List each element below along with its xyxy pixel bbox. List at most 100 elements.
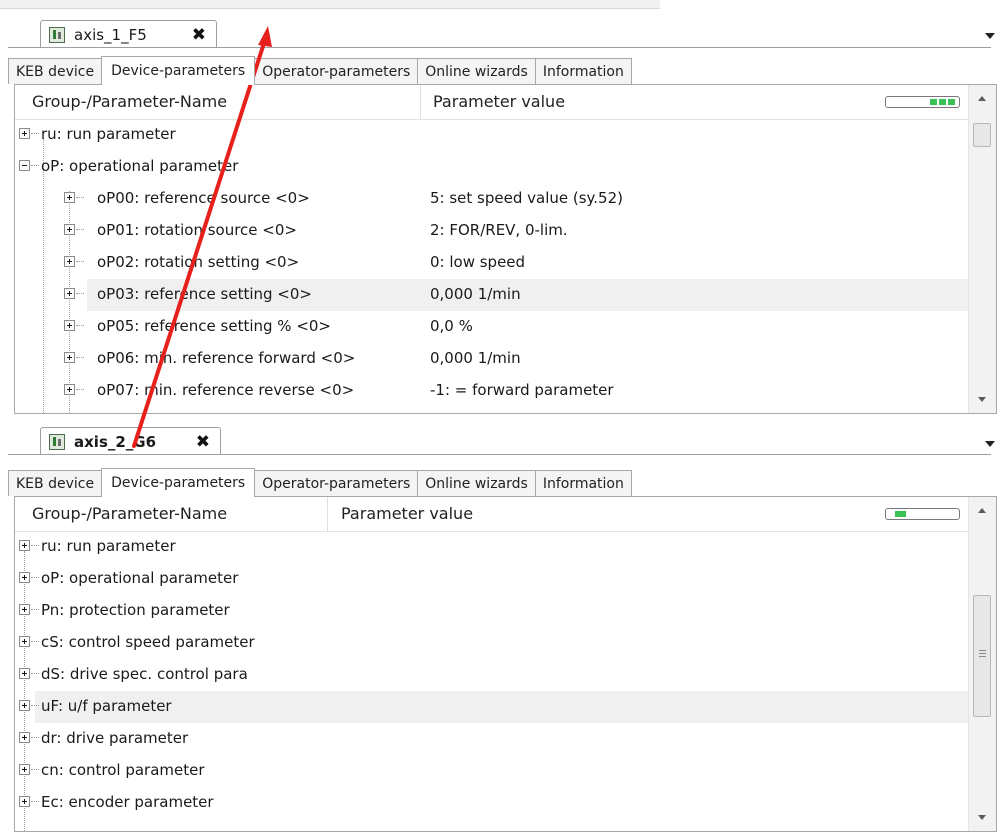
tree-connector	[31, 165, 39, 166]
grid-rows: ru: run parameter oP: operational parame…	[15, 119, 968, 413]
row-value: 0,000 1/min	[430, 349, 521, 367]
tab-operator-parameters[interactable]: Operator-parameters	[254, 58, 419, 84]
expand-icon[interactable]	[19, 540, 30, 551]
tree-row[interactable]: dr: drive parameter	[15, 723, 968, 755]
row-name: uF: u/f parameter	[41, 697, 172, 715]
expand-icon[interactable]	[64, 288, 75, 299]
column-header-value[interactable]: Parameter value	[433, 85, 733, 119]
tab-information[interactable]: Information	[534, 470, 632, 496]
column-header-value[interactable]: Parameter value	[341, 497, 641, 531]
connection-status-indicator	[885, 508, 960, 520]
row-name: oP00: reference source <0>	[97, 189, 310, 207]
expand-icon[interactable]	[19, 128, 30, 139]
tab-information[interactable]: Information	[534, 58, 632, 84]
parameter-grid: Group-/Parameter-Name Parameter value ru…	[14, 496, 997, 832]
tree-row[interactable]: oP02: rotation setting <0> 0: low speed	[15, 247, 968, 279]
expand-icon[interactable]	[64, 256, 75, 267]
collapse-icon[interactable]	[19, 160, 30, 171]
tree-connector	[76, 357, 84, 358]
tree-row[interactable]: dS: drive spec. control para	[15, 659, 968, 691]
tab-device-parameters[interactable]: Device-parameters	[101, 468, 256, 497]
tree-row[interactable]: ru: run parameter	[15, 119, 968, 151]
expand-icon[interactable]	[19, 572, 30, 583]
row-name: dS: drive spec. control para	[41, 665, 248, 683]
tree-connector	[31, 737, 39, 738]
tree-connector	[76, 293, 84, 294]
top-panel: axis_1_F5 ✖ KEB device Device-parameters…	[0, 0, 997, 416]
device-icon	[49, 433, 65, 450]
indicator-segment	[930, 99, 937, 105]
tab-keb-device[interactable]: KEB device	[8, 470, 103, 496]
column-header-name[interactable]: Group-/Parameter-Name	[15, 85, 421, 119]
expand-icon[interactable]	[19, 604, 30, 615]
row-name: Pn: protection parameter	[41, 601, 230, 619]
expand-icon[interactable]	[19, 668, 30, 679]
tab-online-wizards[interactable]: Online wizards	[417, 58, 536, 84]
doc-tab-title: axis_2_G6	[74, 432, 157, 451]
row-name: oP03: reference setting <0>	[97, 285, 312, 303]
tree-row-selected[interactable]: uF: u/f parameter	[19, 691, 968, 723]
row-value: -1: = forward parameter	[430, 381, 614, 399]
row-name: oP01: rotation source <0>	[97, 221, 297, 239]
tree-row[interactable]: oP: operational parameter	[15, 563, 968, 595]
sub-tab-bar: KEB device Device-parameters Operator-pa…	[8, 468, 632, 497]
row-value: 2: FOR/REV, 0-lim.	[430, 221, 568, 239]
expand-icon[interactable]	[64, 384, 75, 395]
row-name: dr: drive parameter	[41, 729, 189, 747]
tree-connector	[31, 133, 39, 134]
tree-connector	[31, 545, 39, 546]
tab-device-parameters[interactable]: Device-parameters	[101, 56, 256, 85]
scroll-thumb[interactable]	[973, 595, 991, 717]
row-name: oP05: reference setting % <0>	[97, 317, 331, 335]
column-header-name-label: Group-/Parameter-Name	[32, 92, 228, 111]
expand-icon[interactable]	[19, 636, 30, 647]
app-root: axis_1_F5 ✖ KEB device Device-parameters…	[0, 0, 997, 834]
column-header-value-label: Parameter value	[433, 92, 566, 111]
tree-row[interactable]: oP00: reference source <0> 5: set speed …	[15, 183, 968, 215]
tab-keb-device[interactable]: KEB device	[8, 58, 103, 84]
tree-connector	[31, 673, 39, 674]
scroll-up-icon[interactable]	[978, 96, 986, 101]
vertical-scrollbar[interactable]	[968, 497, 996, 831]
expand-icon[interactable]	[19, 700, 30, 711]
expand-icon[interactable]	[19, 732, 30, 743]
tree-row[interactable]: oP07: min. reference reverse <0> -1: = f…	[15, 375, 968, 407]
thumb-grip	[979, 650, 986, 651]
expand-icon[interactable]	[64, 224, 75, 235]
doc-tab-axis-2[interactable]: axis_2_G6 ✖	[40, 427, 221, 455]
indicator-segment	[948, 99, 955, 105]
doc-tab-axis-1[interactable]: axis_1_F5 ✖	[40, 20, 217, 48]
tree-row[interactable]: Ec: encoder parameter	[15, 787, 968, 819]
tree-connector	[76, 229, 84, 230]
tree-connector	[76, 389, 84, 390]
tree-row[interactable]: oP: operational parameter	[15, 151, 968, 183]
close-icon[interactable]: ✖	[196, 432, 210, 452]
tab-online-wizards[interactable]: Online wizards	[417, 470, 536, 496]
tree-row[interactable]: oP06: min. reference forward <0> 0,000 1…	[15, 343, 968, 375]
expand-icon[interactable]	[64, 192, 75, 203]
row-name: cS: control speed parameter	[41, 633, 255, 651]
tab-list-dropdown-icon[interactable]	[985, 33, 995, 39]
expand-icon[interactable]	[19, 796, 30, 807]
expand-icon[interactable]	[19, 764, 30, 775]
expand-icon[interactable]	[64, 352, 75, 363]
expand-icon[interactable]	[64, 320, 75, 331]
tab-list-dropdown-icon[interactable]	[985, 441, 995, 447]
column-header-name[interactable]: Group-/Parameter-Name	[15, 497, 328, 531]
tree-row-selected[interactable]: oP03: reference setting <0> 0,000 1/min	[64, 279, 968, 311]
close-icon[interactable]: ✖	[192, 25, 206, 45]
scroll-down-icon[interactable]	[978, 815, 986, 820]
scroll-down-icon[interactable]	[978, 397, 986, 402]
tree-row[interactable]: cn: control parameter	[15, 755, 968, 787]
scroll-thumb[interactable]	[973, 123, 991, 147]
scroll-up-icon[interactable]	[978, 508, 986, 513]
tree-row[interactable]: ru: run parameter	[15, 531, 968, 563]
tree-row[interactable]: cS: control speed parameter	[15, 627, 968, 659]
tree-row[interactable]: oP01: rotation source <0> 2: FOR/REV, 0-…	[15, 215, 968, 247]
tab-operator-parameters[interactable]: Operator-parameters	[254, 470, 419, 496]
tree-row[interactable]: Pn: protection parameter	[15, 595, 968, 627]
grid-header: Group-/Parameter-Name Parameter value	[15, 85, 968, 120]
row-value: 0,000 1/min	[430, 285, 521, 303]
tree-row[interactable]: oP05: reference setting % <0> 0,0 %	[15, 311, 968, 343]
vertical-scrollbar[interactable]	[968, 85, 996, 413]
